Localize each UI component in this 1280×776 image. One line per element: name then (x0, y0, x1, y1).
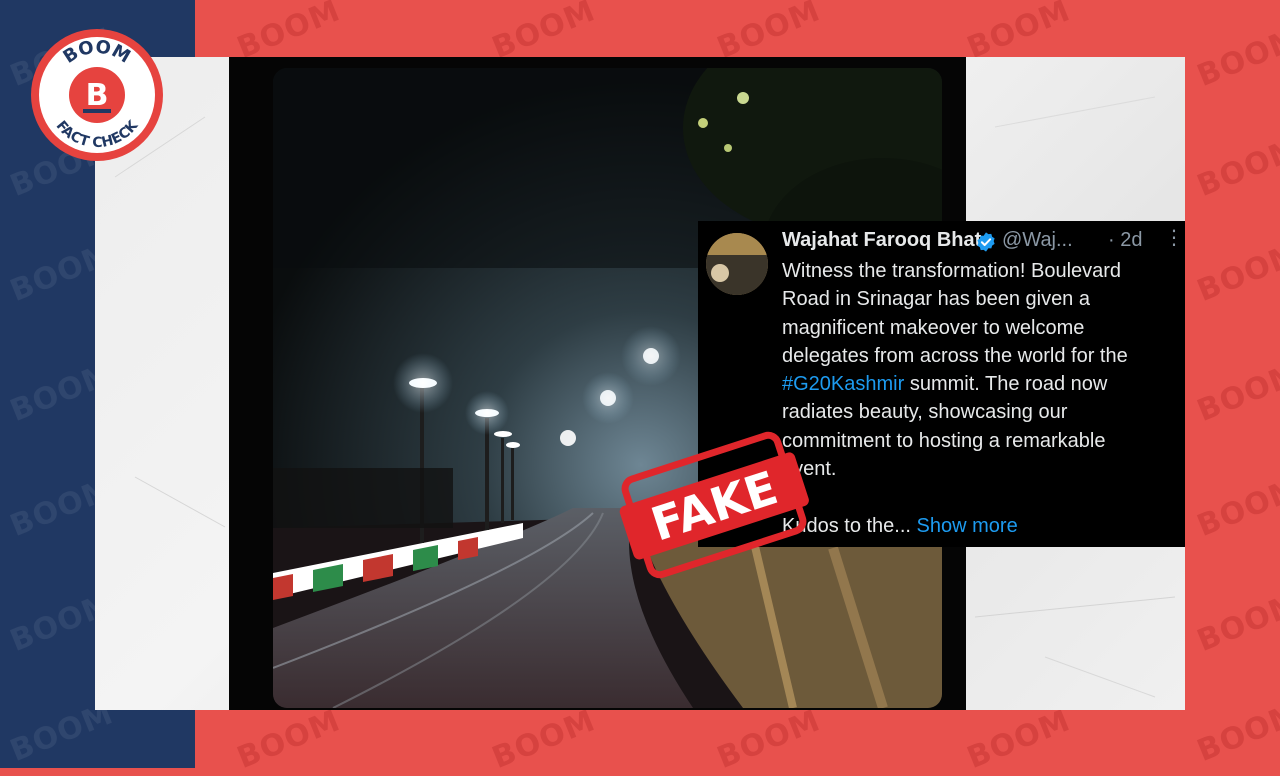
tweet-author-name[interactable]: Wajahat Farooq Bhat (782, 229, 981, 252)
fake-stamp: FAKE (619, 431, 809, 579)
tweet-line: radiates beauty, showcasing our (782, 401, 1068, 424)
tweet-handle[interactable]: @Waj... (1002, 229, 1073, 252)
tweet-line: Witness the transformation! Boulevard (782, 260, 1122, 282)
tweet-line: magnificent makeover to welcome (782, 316, 1085, 339)
hashtag-link[interactable]: #G20Kashmir (782, 373, 904, 395)
tweet-line: event. (782, 458, 837, 481)
show-more-link[interactable]: Show more (917, 515, 1018, 537)
tweet-line: Kudos to the... Show more (782, 512, 1182, 540)
tweet-line: commitment to hosting a remarkable (782, 429, 1106, 452)
logo-letter: B (86, 78, 109, 113)
boom-fact-check-logo: BOOM FACT CHECK B (31, 29, 163, 161)
tweet-timestamp[interactable]: · 2d (1108, 229, 1142, 252)
tweet-line-text: summit. The road now (904, 373, 1108, 396)
more-options-icon[interactable]: ⋮ (1164, 225, 1184, 250)
tweet-line: #G20Kashmir summit. The road now (782, 370, 1182, 398)
tweet-line: delegates from across the world for the (782, 344, 1128, 367)
stamp-text: FAKE (645, 460, 784, 551)
avatar[interactable] (706, 233, 768, 295)
tweet-line: Road in Srinagar has been given a (782, 288, 1090, 311)
verified-badge-icon (977, 232, 995, 252)
tweet-blank-line (782, 483, 1182, 511)
tweet-text: Witness the transformation! Boulevard Ro… (782, 257, 1182, 540)
